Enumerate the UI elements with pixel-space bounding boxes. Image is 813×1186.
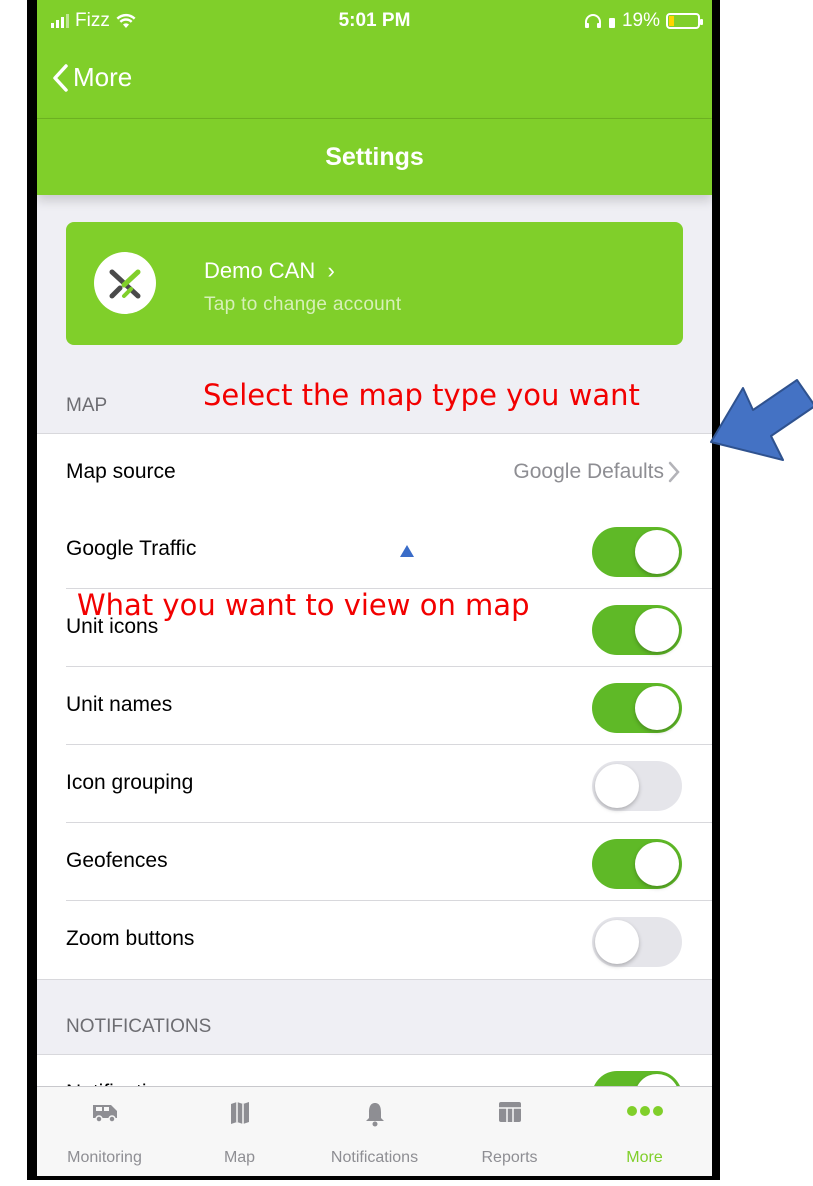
geofences-label: Geofences xyxy=(66,849,168,872)
section-header-notifications: NOTIFICATIONS xyxy=(66,1016,212,1037)
geofences-toggle[interactable] xyxy=(592,839,682,889)
section-divider xyxy=(37,979,712,980)
map-source-label: Map source xyxy=(66,460,176,483)
chevron-left-icon xyxy=(53,63,68,92)
back-button[interactable]: More xyxy=(51,62,132,93)
tab-label: Map xyxy=(223,1149,256,1166)
page-title: Settings xyxy=(325,143,424,171)
battery-icon xyxy=(666,13,703,29)
account-name-text: Demo CAN xyxy=(204,258,316,283)
icon-grouping-label: Icon grouping xyxy=(66,771,194,794)
toggle-knob xyxy=(595,764,639,808)
blue-arrow-icon xyxy=(710,379,813,461)
row-icon-grouping: Icon grouping xyxy=(37,745,712,823)
tab-bar: Monitoring Map Notifications Reports Mor… xyxy=(37,1086,712,1176)
tab-label: Monitoring xyxy=(67,1149,142,1166)
section-header-map: MAP xyxy=(66,395,108,416)
account-logo-icon xyxy=(94,252,156,314)
battery-percent: 19% xyxy=(621,10,660,31)
tab-label: More xyxy=(626,1149,663,1166)
row-unit-names: Unit names xyxy=(37,667,712,745)
navigation-bar: More xyxy=(37,44,712,120)
unit-names-label: Unit names xyxy=(66,693,173,716)
tab-map[interactable]: Map xyxy=(172,1087,307,1176)
small-triangle-marker-icon xyxy=(400,545,414,557)
account-subtitle: Tap to change account xyxy=(204,294,402,315)
annotation-map-type: Select the map type you want xyxy=(203,378,640,412)
title-bar: Settings xyxy=(37,119,712,195)
toggle-knob xyxy=(635,842,679,886)
row-map-source[interactable]: Map source Google Defaults xyxy=(37,433,712,512)
more-dots-icon xyxy=(626,1106,663,1116)
back-label: More xyxy=(73,62,133,92)
toggle-knob xyxy=(635,530,679,574)
status-bar: Fizz 5:01 PM 19% xyxy=(37,0,712,44)
zoom-buttons-label: Zoom buttons xyxy=(66,927,195,950)
annotation-view-on-map: What you want to view on map xyxy=(77,588,530,622)
map-source-value-text: Google Defaults xyxy=(513,460,664,483)
tab-more[interactable]: More xyxy=(577,1087,712,1176)
toggle-knob xyxy=(635,686,679,730)
tab-label: Reports xyxy=(481,1149,538,1166)
tab-reports[interactable]: Reports xyxy=(442,1087,577,1176)
toggle-knob xyxy=(635,608,679,652)
map-icon xyxy=(230,1102,249,1124)
toggle-knob xyxy=(595,920,639,964)
row-google-traffic: Google Traffic xyxy=(37,511,712,589)
map-source-value: Google Defaults xyxy=(513,460,680,484)
unit-icons-toggle[interactable] xyxy=(592,605,682,655)
icon-grouping-toggle[interactable] xyxy=(592,761,682,811)
unit-names-toggle[interactable] xyxy=(592,683,682,733)
table-icon xyxy=(498,1102,521,1122)
headphones-icon xyxy=(584,14,601,28)
tab-monitoring[interactable]: Monitoring xyxy=(37,1087,172,1176)
account-name: Demo CAN › xyxy=(204,258,335,284)
zoom-buttons-toggle[interactable] xyxy=(592,917,682,967)
status-right: 19% xyxy=(584,10,703,32)
google-traffic-toggle[interactable] xyxy=(592,527,682,577)
row-zoom-buttons: Zoom buttons xyxy=(37,901,712,979)
tab-notifications[interactable]: Notifications xyxy=(307,1087,442,1176)
chevron-right-icon xyxy=(668,461,680,483)
lock-rotation-icon xyxy=(608,18,615,28)
van-icon xyxy=(92,1105,117,1123)
account-chevron-icon: › xyxy=(327,258,335,283)
bell-icon xyxy=(365,1103,384,1127)
row-geofences: Geofences xyxy=(37,823,712,901)
google-traffic-label: Google Traffic xyxy=(66,537,197,560)
tab-label: Notifications xyxy=(330,1149,419,1166)
account-card[interactable]: Demo CAN › Tap to change account xyxy=(66,222,683,345)
